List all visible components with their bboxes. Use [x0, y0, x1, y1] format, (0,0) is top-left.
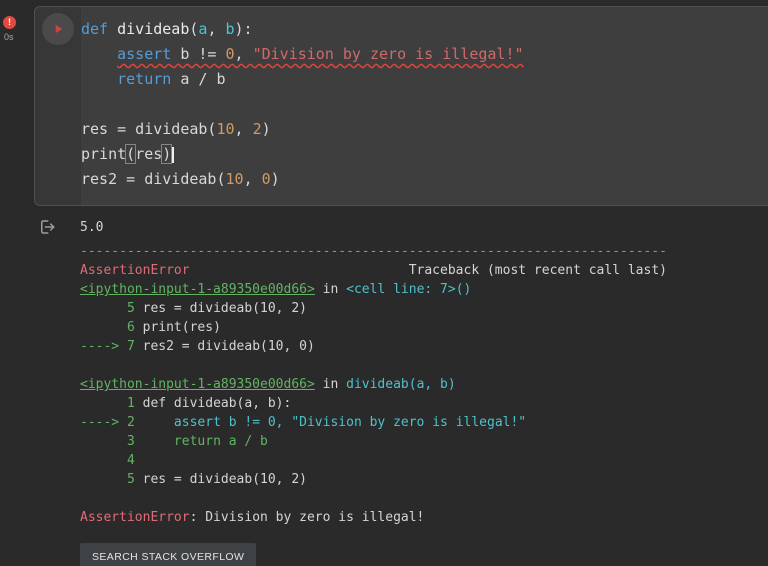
- traceback-frame-link[interactable]: <ipython-input-1-a89350e00d66> in divide…: [80, 375, 768, 394]
- traceback-line: 5 res = divideab(10, 2): [80, 299, 768, 318]
- code-token: 5.0: [80, 220, 104, 235]
- code-token: <ipython-input-1-a89350e00d66>: [80, 377, 315, 392]
- code-token: <ipython-input-1-a89350e00d66>: [80, 282, 315, 297]
- code-token: ----------------------------------------…: [80, 244, 667, 259]
- code-line[interactable]: res2 = divideab(10, 0): [81, 167, 768, 192]
- execution-error-badge: !: [3, 16, 16, 29]
- code-token: ----> 2: [80, 415, 143, 430]
- code-token: Traceback (most recent call last): [408, 263, 667, 278]
- code-token: divideab(a, b): [346, 377, 456, 392]
- code-token: ): [270, 170, 280, 188]
- code-token: 5: [80, 472, 143, 487]
- run-cell-button[interactable]: [42, 13, 74, 45]
- traceback-line: [80, 489, 768, 508]
- execution-time-label: 0s: [4, 32, 14, 42]
- search-stack-overflow-button[interactable]: SEARCH STACK OVERFLOW: [80, 543, 257, 566]
- code-token: ): [261, 120, 271, 138]
- code-token: AssertionError: [80, 263, 190, 278]
- traceback-header: AssertionError Traceback (most recent cal…: [80, 261, 667, 280]
- cell-run-gutter: [35, 7, 81, 205]
- play-icon: [55, 24, 63, 34]
- code-token: in: [314, 377, 347, 392]
- code-token: print(res): [142, 320, 221, 335]
- code-token: 3: [80, 434, 143, 449]
- code-token: <cell line: 7>(): [346, 282, 472, 297]
- code-line[interactable]: res = divideab(10, 2): [81, 117, 768, 142]
- traceback-line: 3 return a / b: [80, 432, 768, 451]
- code-token: res = divideab(10, 2): [142, 301, 307, 316]
- code-token: return a / b: [142, 434, 268, 449]
- code-line[interactable]: print(res): [81, 142, 768, 167]
- code-token: divideab: [117, 20, 190, 38]
- code-token: res: [135, 145, 163, 163]
- traceback-line: 5 res = divideab(10, 2): [80, 470, 768, 489]
- traceback-line: 4: [80, 451, 768, 470]
- code-token: : Division by zero is illegal!: [189, 510, 425, 525]
- execution-gutter: ! 0s: [0, 6, 34, 566]
- code-token: 0: [225, 45, 235, 63]
- code-token: ):: [234, 20, 253, 38]
- code-line[interactable]: assert b != 0, "Division by zero is ille…: [81, 42, 768, 67]
- code-token: AssertionError: [80, 510, 190, 525]
- code-token: 2: [252, 120, 262, 138]
- code-token: 5: [80, 301, 143, 316]
- code-token: assert b != 0, "Division by zero is ille…: [142, 415, 527, 430]
- code-token: ----> 7: [80, 339, 143, 354]
- stream-output: 5.0: [80, 218, 768, 237]
- code-token: 0: [261, 170, 271, 188]
- code-token: def: [81, 20, 109, 38]
- traceback-line: [80, 356, 768, 375]
- code-token: b !=: [171, 45, 226, 63]
- code-token: res2 = divideab(: [81, 170, 226, 188]
- code-token: res2 = divideab(10, 0): [142, 339, 315, 354]
- code-token: res = divideab(: [81, 120, 217, 138]
- code-token: "Division by zero is illegal!": [252, 45, 524, 63]
- cell-output-icon: [38, 218, 80, 240]
- code-token: a / b: [171, 70, 226, 88]
- traceback-frame-link[interactable]: <ipython-input-1-a89350e00d66> in <cell …: [80, 280, 768, 299]
- traceback-line: 1 def divideab(a, b):: [80, 394, 768, 413]
- code-token: assert: [117, 45, 172, 63]
- code-token: ,: [234, 120, 253, 138]
- error-squiggle: assert b != 0, "Division by zero is ille…: [117, 45, 523, 63]
- code-token: ): [161, 144, 173, 164]
- traceback-separator: ----------------------------------------…: [80, 242, 768, 261]
- code-token: ,: [207, 20, 226, 38]
- notebook-code-cell: def divideab(a, b): assert b != 0, "Divi…: [34, 6, 768, 206]
- code-token: 4: [80, 453, 135, 468]
- code-line[interactable]: def divideab(a, b):: [81, 17, 768, 42]
- output-body: 5.0 -------------------------------------…: [80, 216, 768, 566]
- traceback-text: 5.0 -------------------------------------…: [80, 218, 768, 527]
- code-editor[interactable]: def divideab(a, b): assert b != 0, "Divi…: [81, 7, 768, 205]
- code-token: 6: [80, 320, 143, 335]
- code-token: print: [81, 145, 127, 163]
- code-token: ,: [234, 45, 253, 63]
- code-token: res = divideab(10, 2): [142, 472, 307, 487]
- code-token: 1: [80, 396, 143, 411]
- code-token: return: [117, 70, 172, 88]
- traceback-line: 6 print(res): [80, 318, 768, 337]
- traceback-line: ----> 2 assert b != 0, "Division by zero…: [80, 413, 768, 432]
- code-token: 10: [225, 170, 244, 188]
- code-line[interactable]: [81, 92, 768, 117]
- code-token: (: [125, 144, 137, 164]
- exception-message: AssertionError: Division by zero is ille…: [80, 508, 768, 527]
- code-line[interactable]: return a / b: [81, 67, 768, 92]
- code-token: in: [314, 282, 347, 297]
- text-cursor: [172, 146, 175, 163]
- code-token: ,: [243, 170, 262, 188]
- code-token: def divideab(a, b):: [142, 396, 292, 411]
- cell-output: 5.0 -------------------------------------…: [0, 216, 768, 566]
- code-token: 10: [216, 120, 235, 138]
- code-token: b: [225, 20, 235, 38]
- traceback-line: ----> 7 res2 = divideab(10, 0): [80, 337, 768, 356]
